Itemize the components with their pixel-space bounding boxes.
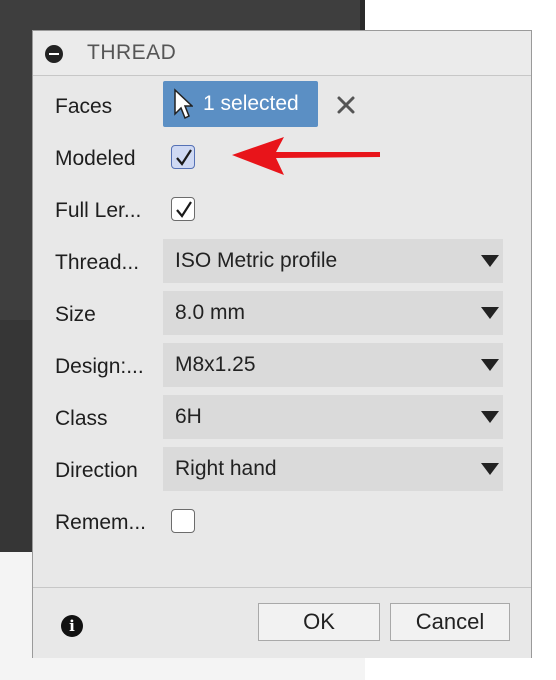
- class-value: 6H: [175, 405, 202, 428]
- cursor-icon: [174, 88, 193, 120]
- modeled-label: Modeled: [55, 147, 136, 170]
- designation-label: Design:...: [55, 355, 144, 378]
- info-icon[interactable]: i: [61, 615, 83, 637]
- faces-selection-button[interactable]: 1 selected: [163, 81, 318, 127]
- designation-value: M8x1.25: [175, 353, 256, 376]
- ok-button[interactable]: OK: [258, 603, 380, 641]
- thread-type-label: Thread...: [55, 251, 140, 274]
- cancel-button[interactable]: Cancel: [390, 603, 510, 641]
- full-length-row: Full Ler...: [33, 187, 531, 239]
- modeled-checkbox[interactable]: [171, 145, 195, 169]
- dialog-header: THREAD: [33, 31, 531, 76]
- dialog-footer: i OK Cancel: [33, 587, 531, 658]
- dialog-title: THREAD: [87, 41, 177, 64]
- dropdown-arrow-icon: [481, 307, 499, 319]
- designation-row: Design:... M8x1.25: [33, 343, 531, 395]
- checkmark-icon: [176, 201, 192, 218]
- faces-selection-text: 1 selected: [203, 92, 299, 115]
- thread-type-value: ISO Metric profile: [175, 249, 338, 272]
- direction-label: Direction: [55, 459, 138, 482]
- faces-row: Faces 1 selected: [33, 81, 531, 135]
- class-select[interactable]: 6H: [163, 395, 503, 439]
- thread-type-select[interactable]: ISO Metric profile: [163, 239, 503, 283]
- dropdown-arrow-icon: [481, 255, 499, 267]
- direction-value: Right hand: [175, 457, 277, 480]
- size-label: Size: [55, 303, 96, 326]
- remember-checkbox[interactable]: [171, 509, 195, 533]
- red-arrow-annotation: [232, 137, 380, 175]
- close-icon[interactable]: [335, 94, 357, 116]
- dropdown-arrow-icon: [481, 359, 499, 371]
- thread-type-row: Thread... ISO Metric profile: [33, 239, 531, 291]
- direction-row: Direction Right hand: [33, 447, 531, 499]
- size-select[interactable]: 8.0 mm: [163, 291, 503, 335]
- dropdown-arrow-icon: [481, 411, 499, 423]
- checkmark-icon: [176, 149, 192, 166]
- remember-row: Remem...: [33, 499, 531, 551]
- class-label: Class: [55, 407, 108, 430]
- size-row: Size 8.0 mm: [33, 291, 531, 343]
- direction-select[interactable]: Right hand: [163, 447, 503, 491]
- faces-label: Faces: [55, 95, 113, 118]
- full-length-checkbox[interactable]: [171, 197, 195, 221]
- collapse-icon[interactable]: [45, 45, 63, 63]
- remember-label: Remem...: [55, 511, 147, 534]
- full-length-label: Full Ler...: [55, 199, 142, 222]
- dropdown-arrow-icon: [481, 463, 499, 475]
- designation-select[interactable]: M8x1.25: [163, 343, 503, 387]
- size-value: 8.0 mm: [175, 301, 246, 324]
- thread-dialog: THREAD Faces 1 selected Modeled Full Ler…: [32, 30, 532, 658]
- class-row: Class 6H: [33, 395, 531, 447]
